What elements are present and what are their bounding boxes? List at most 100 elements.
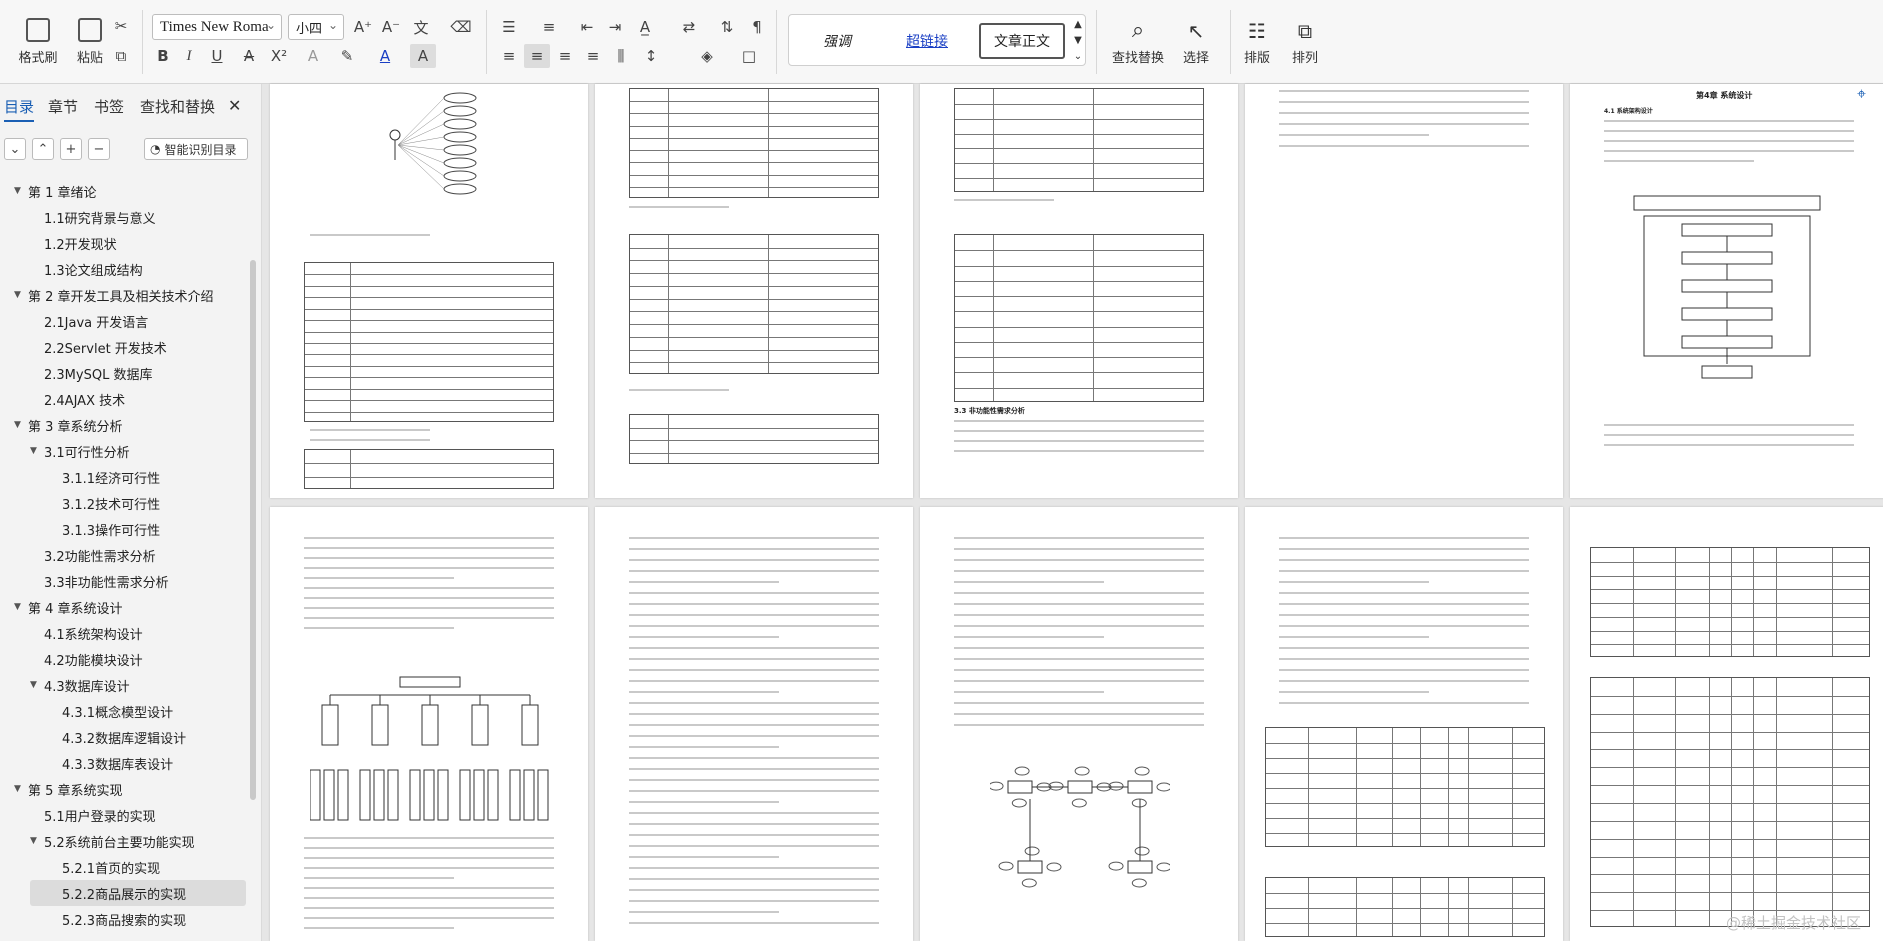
toc-item[interactable]: 5.2.2商品展示的实现 [30, 880, 246, 906]
document-page[interactable] [1570, 507, 1883, 941]
cut-icon[interactable]: ✂ [108, 14, 134, 38]
style-scroll-up-icon[interactable]: ▲ [1071, 17, 1085, 31]
sort-icon[interactable]: ⇅ [714, 15, 740, 39]
collapse-icon[interactable]: ⌄ [4, 138, 26, 160]
caret-down-icon[interactable]: ▼ [14, 420, 28, 430]
toc-item[interactable]: 2.3MySQL 数据库 [30, 360, 152, 386]
tab-sections[interactable]: 章节 [48, 96, 78, 117]
highlight-icon[interactable]: ✎ [334, 44, 360, 68]
toc-item[interactable]: 5.2.3商品搜索的实现 [30, 906, 186, 932]
caret-down-icon[interactable]: ▼ [30, 680, 44, 690]
add-icon[interactable]: + [60, 138, 82, 160]
caret-down-icon[interactable]: ▼ [14, 602, 28, 612]
fill-color-icon[interactable]: ◈ [694, 44, 720, 68]
justify-icon[interactable]: ≡ [580, 44, 606, 68]
toc-item[interactable]: ▼ 第 5 章系统实现 [14, 776, 123, 802]
toc-item[interactable]: 4.3.1概念模型设计 [30, 698, 173, 724]
style-scroll-down-icon[interactable]: ▼ [1071, 33, 1085, 47]
toc-item[interactable]: 2.2Servlet 开发技术 [30, 334, 167, 360]
toc-item[interactable]: ▼ 第 4 章系统设计 [14, 594, 123, 620]
toc-item[interactable]: 3.1.3操作可行性 [30, 516, 160, 542]
decrease-font-icon[interactable]: A⁻ [378, 15, 404, 39]
align-right-icon[interactable]: ≡ [552, 44, 578, 68]
toc-item[interactable]: ▼ 5.2系统前台主要功能实现 [30, 828, 195, 854]
text-effect-icon[interactable]: A [300, 44, 326, 68]
show-marks-icon[interactable]: ¶ [744, 15, 770, 39]
style-body-text[interactable]: 文章正文 [979, 23, 1065, 59]
bullet-list-icon[interactable]: ☰ [496, 15, 522, 39]
toc-item[interactable]: 3.3非功能性需求分析 [30, 568, 169, 594]
document-page[interactable] [1245, 507, 1563, 941]
align-center-icon[interactable]: ≡ [524, 44, 550, 68]
smart-toc-button[interactable]: ◔ 智能识别目录 [144, 138, 248, 160]
strikethrough-icon[interactable]: A [236, 44, 262, 68]
toc-item[interactable]: 4.2功能模块设计 [30, 646, 143, 672]
arrange-button[interactable]: ⧉ 排列 [1282, 14, 1328, 70]
tab-toc[interactable]: 目录 [4, 96, 35, 122]
toc-item[interactable]: 2.4AJAX 技术 [30, 386, 125, 412]
document-page[interactable] [270, 84, 588, 498]
toc-item[interactable]: 5.1用户登录的实现 [30, 802, 156, 828]
document-page[interactable] [920, 507, 1238, 941]
toc-item[interactable]: ▼ 第 1 章绪论 [14, 178, 97, 204]
layout-button[interactable]: ☷ 排版 [1234, 14, 1280, 70]
close-icon[interactable]: ✕ [228, 96, 241, 115]
align-left-icon[interactable]: ≡ [496, 44, 522, 68]
decrease-indent-icon[interactable]: ⇤ [574, 15, 600, 39]
italic-icon[interactable]: I [176, 44, 202, 68]
increase-font-icon[interactable]: A⁺ [350, 15, 376, 39]
style-hyperlink[interactable]: 超链接 [889, 23, 965, 59]
expand-icon[interactable]: ⌃ [32, 138, 54, 160]
toc-item[interactable]: 1.2开发现状 [30, 230, 117, 256]
font-size-select[interactable]: 小四 ⌄ [288, 14, 344, 40]
clear-format-icon[interactable]: ⌫ [448, 15, 474, 39]
document-page[interactable] [270, 507, 588, 941]
bold-icon[interactable]: B [150, 44, 176, 68]
find-replace-button[interactable]: ⌕ 查找替换 [1104, 14, 1172, 70]
phonetic-icon[interactable]: 文 [408, 15, 434, 39]
caret-down-icon[interactable]: ▼ [14, 290, 28, 300]
caret-down-icon[interactable]: ▼ [30, 836, 44, 846]
caret-down-icon[interactable]: ▼ [14, 186, 28, 196]
document-page[interactable] [595, 507, 913, 941]
chinese-layout-icon[interactable]: A̲ [632, 15, 658, 39]
toc-item[interactable]: 4.1系统架构设计 [30, 620, 143, 646]
toc-item[interactable]: ▼ 第 3 章系统分析 [14, 412, 123, 438]
toc-item[interactable]: ▼ 第 2 章开发工具及相关技术介绍 [14, 282, 214, 308]
document-page[interactable]: 3.3 非功能性需求分析 [920, 84, 1238, 498]
remove-icon[interactable]: − [88, 138, 110, 160]
tab-find-replace[interactable]: 查找和替换 [140, 96, 215, 117]
toc-item[interactable]: ▼ 4.3数据库设计 [30, 672, 130, 698]
toc-item[interactable]: 1.1研究背景与意义 [30, 204, 156, 230]
document-page[interactable]: 第4章 系统设计 4.1 系统架构设计 [1570, 84, 1883, 498]
toc-item[interactable]: 1.3论文组成结构 [30, 256, 143, 282]
border-icon[interactable]: □ [736, 44, 762, 68]
style-emphasis[interactable]: 强调 [799, 23, 875, 59]
document-page[interactable] [1245, 84, 1563, 498]
toc-item[interactable]: 2.1Java 开发语言 [30, 308, 148, 334]
increase-indent-icon[interactable]: ⇥ [602, 15, 628, 39]
toc-item[interactable]: 3.1.2技术可行性 [30, 490, 160, 516]
select-button[interactable]: ↖ 选择 [1170, 14, 1222, 70]
toc-scrollbar[interactable] [250, 260, 256, 800]
style-expand-icon[interactable]: ⌄ [1071, 49, 1085, 63]
copy-icon[interactable]: ⧉ [108, 44, 134, 68]
superscript-icon[interactable]: X² [266, 44, 292, 68]
toc-item[interactable]: 4.3.3数据库表设计 [30, 750, 173, 776]
tab-bookmarks[interactable]: 书签 [94, 96, 124, 117]
toc-item[interactable]: 3.1.1经济可行性 [30, 464, 160, 490]
toc-item[interactable]: 5.2.1首页的实现 [30, 854, 160, 880]
distributed-icon[interactable]: ⫼ [608, 44, 634, 68]
location-marker-icon[interactable]: ⌖ [1857, 84, 1875, 106]
toc-item[interactable]: 3.2功能性需求分析 [30, 542, 156, 568]
caret-down-icon[interactable]: ▼ [14, 784, 28, 794]
text-direction-icon[interactable]: ⇄ [676, 15, 702, 39]
caret-down-icon[interactable]: ▼ [30, 446, 44, 456]
toc-item[interactable]: 4.3.2数据库逻辑设计 [30, 724, 186, 750]
line-spacing-icon[interactable]: ↕ [638, 44, 664, 68]
format-painter-button[interactable]: 格式刷 [10, 14, 66, 70]
char-shading-icon[interactable]: A [410, 44, 436, 68]
font-name-select[interactable]: Times New Roma ⌄ [152, 14, 282, 40]
font-color-icon[interactable]: A [372, 44, 398, 68]
underline-icon[interactable]: U [204, 44, 230, 68]
